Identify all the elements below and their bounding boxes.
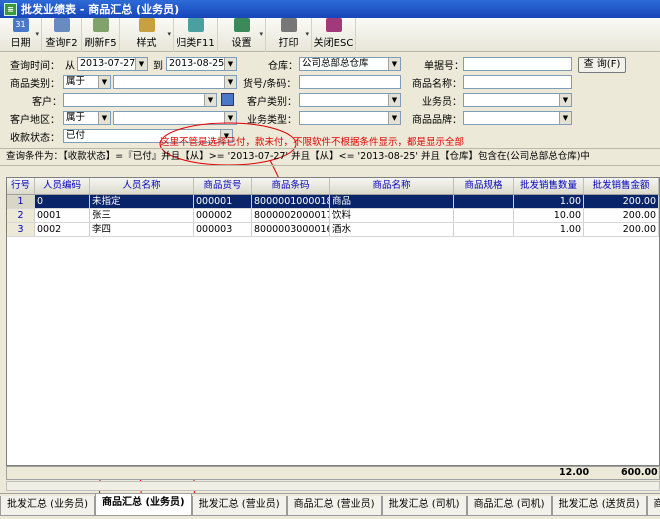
cell-product-name: 商品 <box>330 195 454 208</box>
cell-qty: 10.00 <box>514 209 584 222</box>
grid-header: 行号 人员编码 人员名称 商品货号 商品条码 商品名称 商品规格 批发销售数量 … <box>7 178 659 195</box>
cell-staff-name: 李四 <box>90 223 194 236</box>
cell-staff-code: 0002 <box>35 223 90 236</box>
col-header-barcode[interactable]: 商品条码 <box>252 178 330 194</box>
col-header-row-no[interactable]: 行号 <box>7 178 35 194</box>
cell-product-code: 000002 <box>194 209 252 222</box>
cell-product-code: 000001 <box>194 195 252 208</box>
tab-wholesale-summary-clerk[interactable]: 批发汇总 (营业员) <box>191 496 287 516</box>
cell-spec <box>454 209 514 222</box>
results-grid: 行号 人员编码 人员名称 商品货号 商品条码 商品名称 商品规格 批发销售数量 … <box>6 177 660 466</box>
cell-product-code: 000003 <box>194 223 252 236</box>
cell-barcode: 8000002000017 <box>254 209 330 222</box>
cell-spec <box>454 195 514 208</box>
cell-qty: 1.00 <box>514 195 584 208</box>
tab-wholesale-summary-delivery[interactable]: 批发汇总 (送货员) <box>551 496 647 516</box>
col-header-qty[interactable]: 批发销售数量 <box>514 178 584 194</box>
tab-wholesale-summary-driver[interactable]: 批发汇总 (司机) <box>381 496 467 516</box>
report-tabs: 批发汇总 (业务员) 商品汇总 (业务员) 批发汇总 (营业员) 商品汇总 (营… <box>0 493 660 519</box>
query-condition-text: 查询条件为：【收款状态】=『已付』并且【从】>= '2013-07-27' 并且… <box>0 148 660 166</box>
total-amount: 600.00 <box>621 467 658 478</box>
tab-product-summary-driver[interactable]: 商品汇总 (司机) <box>466 496 552 516</box>
total-qty: 12.00 <box>559 467 590 478</box>
cell-amount: 200.00 <box>584 209 659 222</box>
col-header-spec[interactable]: 商品规格 <box>454 178 514 194</box>
tab-wholesale-summary-salesman[interactable]: 批发汇总 (业务员) <box>0 496 95 516</box>
cell-staff-name: 张三 <box>90 209 194 222</box>
cell-staff-name: 未指定 <box>90 195 194 208</box>
tab-product-more[interactable]: 商品 <box>646 496 660 516</box>
cell-spec <box>454 223 514 236</box>
col-header-product-name[interactable]: 商品名称 <box>330 178 454 194</box>
cell-product-name: 酒水 <box>330 223 454 236</box>
cell-amount: 200.00 <box>584 195 659 208</box>
table-row[interactable]: 1 0 未指定 000001 8000001000018 商品 1.00 200… <box>7 195 659 209</box>
table-row[interactable]: 2 0001 张三 000002 8000002000017 饮料 10.00 … <box>7 209 659 223</box>
col-header-amount[interactable]: 批发销售金额 <box>584 178 659 194</box>
cell-row-no: 1 <box>7 195 35 208</box>
col-header-product-code[interactable]: 商品货号 <box>194 178 252 194</box>
cell-staff-code: 0001 <box>35 209 90 222</box>
tab-product-summary-salesman[interactable]: 商品汇总 (业务员) <box>94 494 192 516</box>
cell-amount: 200.00 <box>584 223 659 236</box>
cell-qty: 1.00 <box>514 223 584 236</box>
cell-product-name: 饮料 <box>330 209 454 222</box>
annotation-note: 这里不管是选择已付，款未付，不限软件不根据条件显示，都是显示全部 <box>160 137 465 148</box>
totals-row: 12.00 600.00 <box>6 466 660 480</box>
cell-barcode: 8000003000016 <box>254 223 330 236</box>
horizontal-scrollbar[interactable] <box>6 481 660 491</box>
tab-product-summary-clerk[interactable]: 商品汇总 (营业员) <box>286 496 382 516</box>
cell-row-no: 2 <box>7 209 35 222</box>
cell-row-no: 3 <box>7 223 35 236</box>
cell-barcode: 8000001000018 <box>254 195 330 208</box>
col-header-staff-name[interactable]: 人员名称 <box>90 178 194 194</box>
table-row[interactable]: 3 0002 李四 000003 8000003000016 酒水 1.00 2… <box>7 223 659 237</box>
col-header-staff-code[interactable]: 人员编码 <box>35 178 90 194</box>
cell-staff-code: 0 <box>35 195 90 208</box>
